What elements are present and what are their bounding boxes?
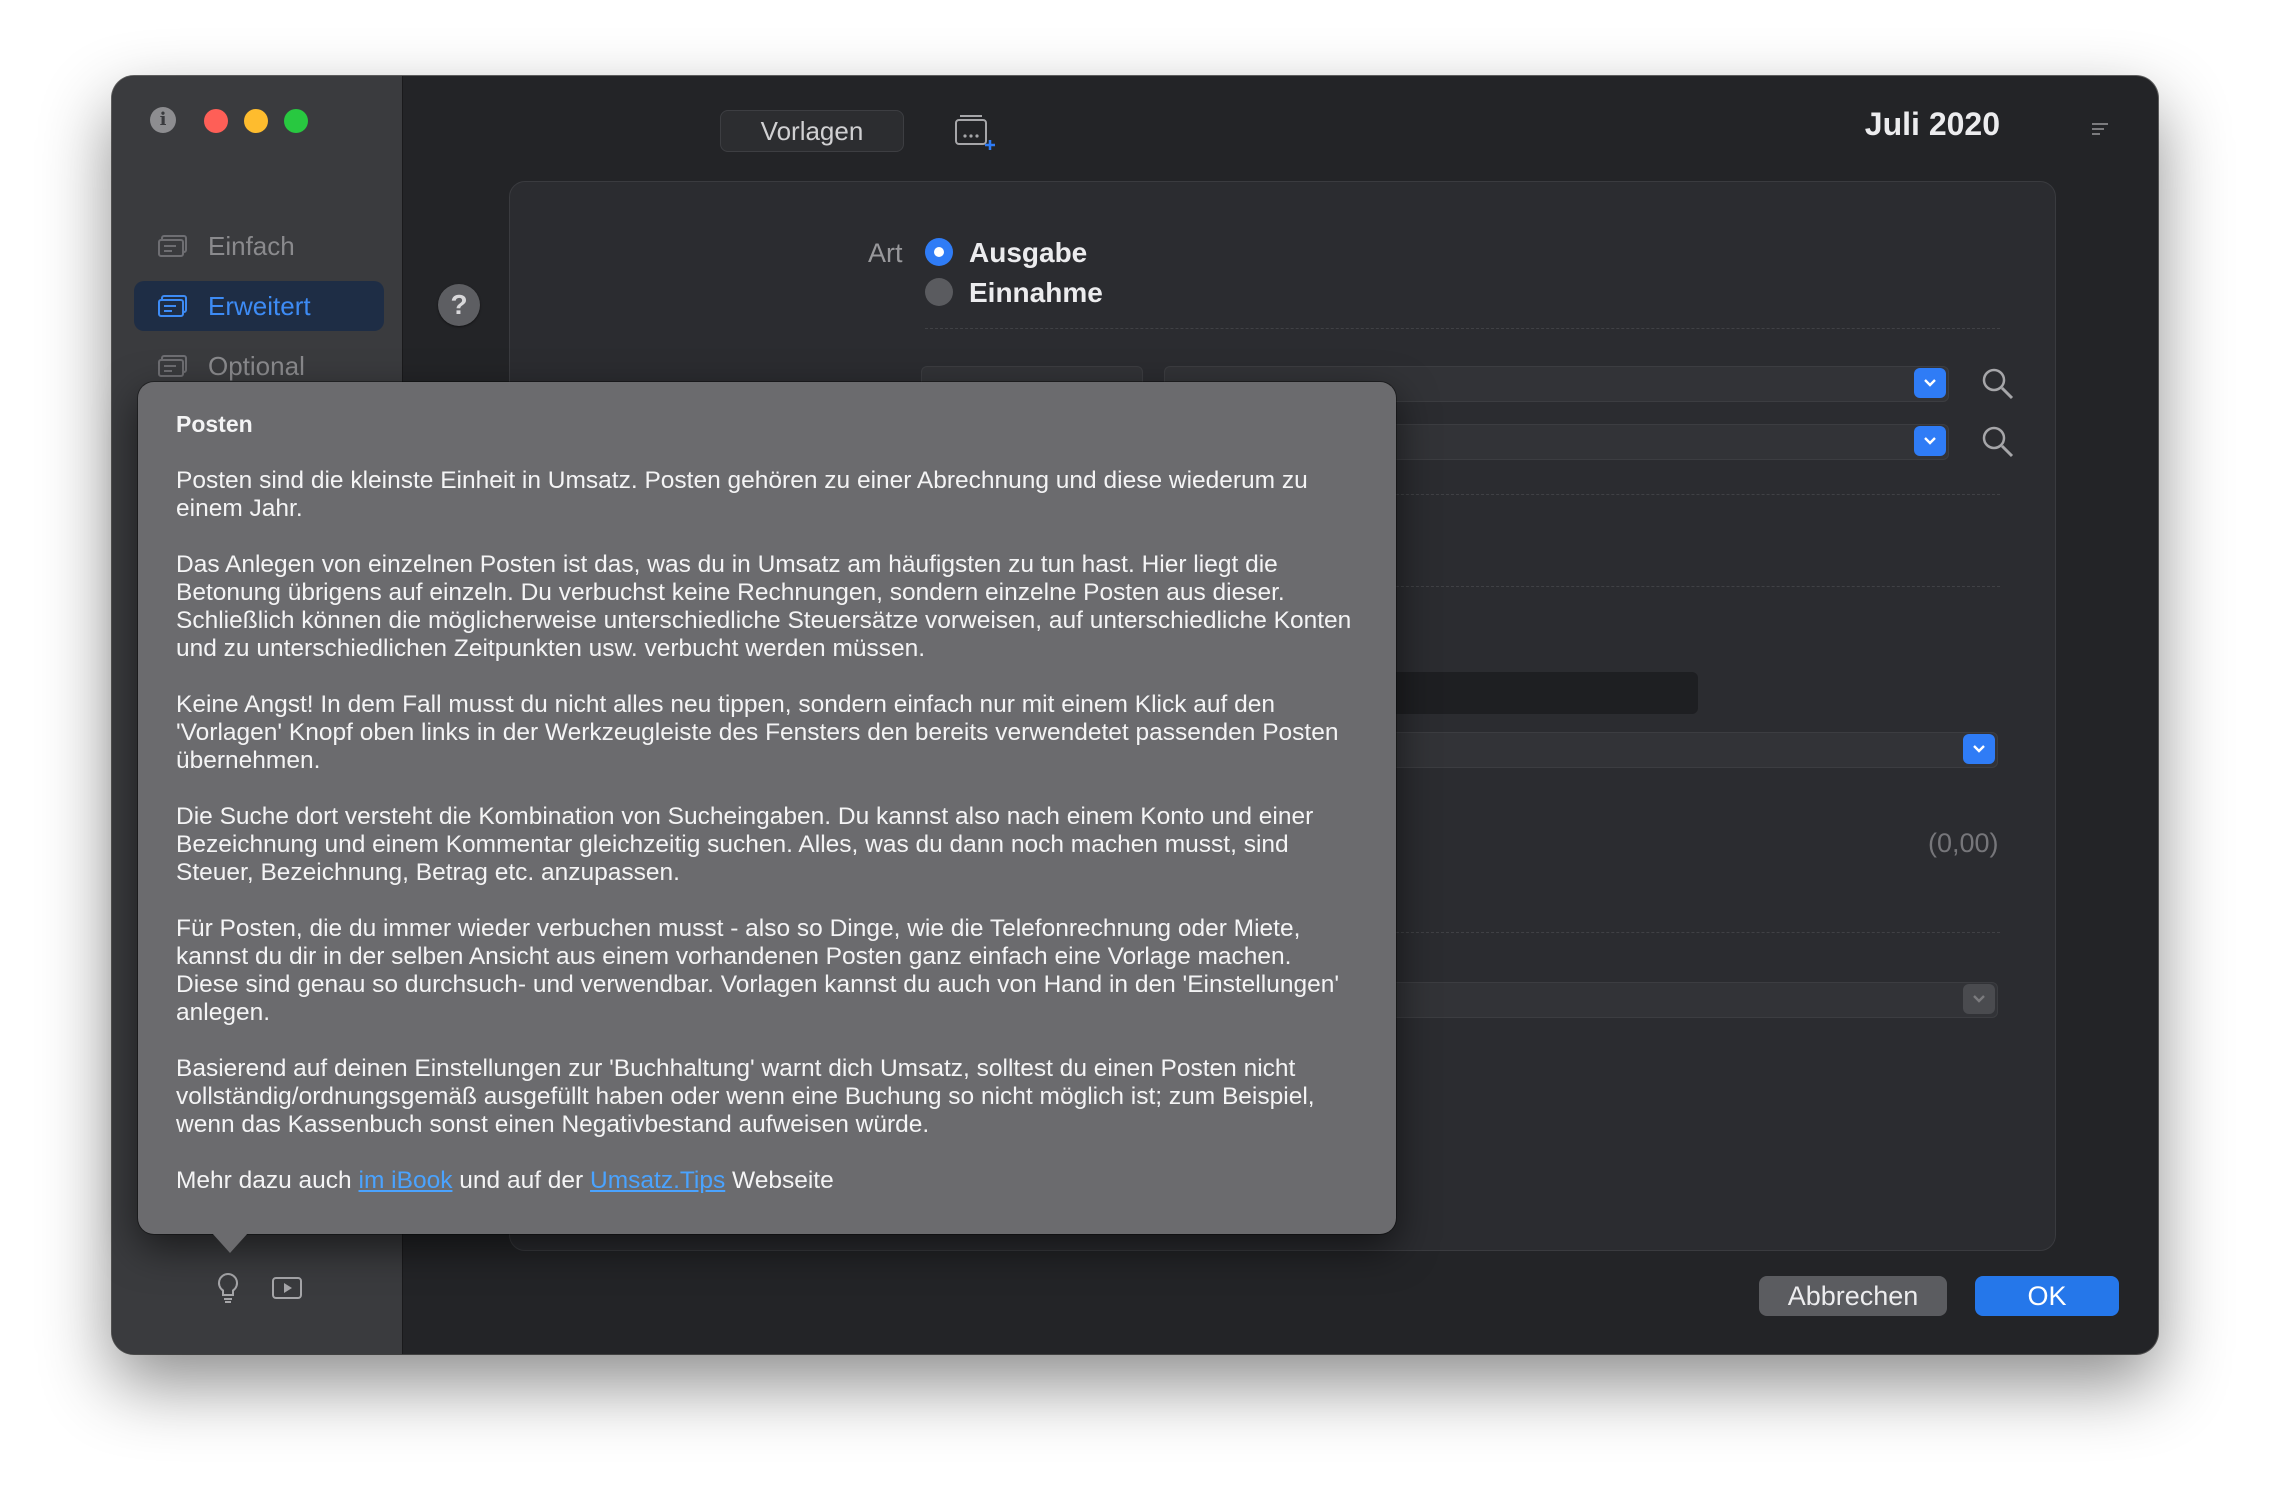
zoom-window-button[interactable]	[284, 109, 308, 133]
help-popover: Posten Posten sind die kleinste Einheit …	[138, 382, 1396, 1234]
footer-middle: und auf der	[452, 1167, 591, 1194]
amount-display: (0,00)	[1928, 828, 1999, 858]
sidebar-form-icon	[158, 235, 187, 257]
window-title: Juli 2020	[1864, 106, 2000, 142]
popover-arrow	[212, 1233, 248, 1253]
template-add-icon[interactable]	[952, 112, 996, 152]
optional-select[interactable]	[1390, 982, 1998, 1018]
date-field[interactable]	[1390, 672, 1698, 714]
tax-select[interactable]	[1390, 732, 1998, 768]
popover-paragraph: Die Suche dort versteht die Kombination …	[176, 803, 1314, 886]
chevron-down-icon[interactable]	[1914, 368, 1946, 398]
minimize-window-button[interactable]	[244, 109, 268, 133]
popover-paragraph: Das Anlegen von einzelnen Posten ist das…	[176, 551, 1352, 662]
templates-button[interactable]: Vorlagen	[720, 110, 904, 152]
popover-paragraph: Basierend auf deinen Einstellungen zur '…	[176, 1055, 1315, 1138]
popover-footer: Mehr dazu auch im iBook und auf der Umsa…	[176, 1167, 1358, 1195]
sidebar-item-einfach[interactable]: Einfach	[134, 221, 384, 271]
sidebar-item-erweitert[interactable]: Erweitert	[134, 281, 384, 331]
sidebar-item-label: Optional	[208, 350, 305, 381]
footer-suffix: Webseite	[725, 1167, 834, 1194]
menu-icon[interactable]	[2090, 120, 2110, 136]
info-icon[interactable]: i	[150, 107, 176, 133]
radio-einnahme[interactable]	[925, 278, 953, 306]
close-window-button[interactable]	[204, 109, 228, 133]
type-label: Art	[868, 238, 903, 268]
popover-paragraph: Keine Angst! In dem Fall musst du nicht …	[176, 691, 1339, 774]
footer-prefix: Mehr dazu auch	[176, 1167, 359, 1194]
popover-title: Posten	[176, 411, 253, 437]
popover-paragraph: Für Posten, die du immer wieder verbuche…	[176, 915, 1339, 1026]
chevron-down-icon[interactable]	[1963, 984, 1995, 1014]
ok-button[interactable]: OK	[1975, 1276, 2119, 1316]
radio-ausgabe[interactable]	[925, 238, 953, 266]
sidebar-form-icon	[158, 355, 187, 377]
umsatz-tips-link[interactable]: Umsatz.Tips	[590, 1167, 725, 1194]
radio-ausgabe-label[interactable]: Ausgabe	[969, 237, 1087, 269]
help-button[interactable]: ?	[438, 284, 480, 326]
magnifier-icon[interactable]	[1980, 366, 2016, 402]
cancel-button[interactable]: Abbrechen	[1759, 1276, 1947, 1316]
divider	[925, 328, 2000, 329]
chevron-down-icon[interactable]	[1914, 426, 1946, 456]
play-icon[interactable]	[272, 1276, 302, 1300]
sidebar-form-icon	[158, 295, 187, 317]
magnifier-icon[interactable]	[1980, 424, 2016, 460]
chevron-down-icon[interactable]	[1963, 734, 1995, 764]
sidebar-item-label: Erweitert	[208, 290, 311, 321]
sidebar-item-label: Einfach	[208, 230, 295, 261]
popover-paragraph: Posten sind die kleinste Einheit in Umsa…	[176, 467, 1308, 522]
lightbulb-icon[interactable]	[216, 1272, 240, 1304]
ibook-link[interactable]: im iBook	[359, 1167, 453, 1194]
radio-einnahme-label[interactable]: Einnahme	[969, 277, 1103, 309]
